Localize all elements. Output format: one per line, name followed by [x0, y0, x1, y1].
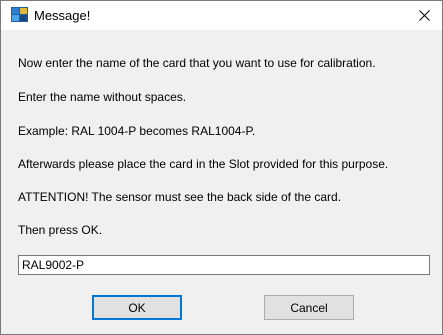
ok-button[interactable]: OK: [92, 295, 182, 320]
message-dialog: Message! Now enter the name of the card …: [0, 0, 443, 335]
dialog-content: Now enter the name of the card that you …: [1, 30, 442, 334]
message-line: Enter the name without spaces.: [18, 90, 187, 104]
cancel-button[interactable]: Cancel: [264, 295, 354, 320]
message-line: Then press OK.: [18, 223, 103, 237]
title-bar[interactable]: Message!: [1, 1, 442, 30]
close-icon: [418, 10, 430, 21]
message-line: Now enter the name of the card that you …: [18, 56, 376, 70]
app-icon: [11, 7, 28, 22]
message-line: Afterwards please place the card in the …: [18, 157, 389, 171]
message-line: Example: RAL 1004-P becomes RAL1004-P.: [18, 124, 256, 138]
card-name-input[interactable]: [18, 255, 430, 275]
close-button[interactable]: [406, 1, 442, 30]
message-line: ATTENTION! The sensor must see the back …: [18, 190, 342, 204]
window-title: Message!: [34, 8, 91, 23]
